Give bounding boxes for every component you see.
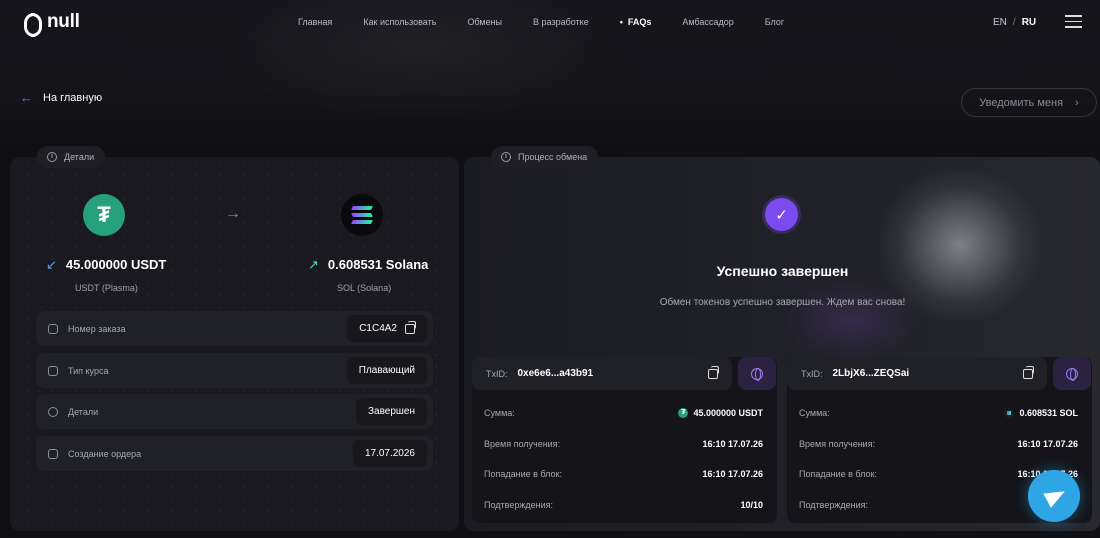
solana-icon: [1004, 408, 1015, 418]
txid-bar: TxID: 0xe6e6...a43b91: [472, 357, 732, 390]
telegram-support-button[interactable]: [1028, 470, 1080, 522]
nav-item-in-development[interactable]: В разработке: [533, 17, 589, 27]
txid-label: TxID:: [486, 368, 508, 379]
success-title: Успешно завершен: [716, 263, 849, 279]
solana-icon: [341, 194, 383, 236]
info-icon: i: [47, 152, 57, 162]
main-nav: Главная Как использовать Обмены В разраб…: [298, 17, 815, 27]
lang-en[interactable]: EN: [993, 17, 1007, 28]
check-icon: ✓: [765, 198, 798, 231]
back-link[interactable]: ← На главную: [20, 90, 102, 105]
tx-amount-text: 45.000000 USDT: [693, 408, 763, 418]
tether-icon: ₮: [678, 408, 689, 418]
arrow-up-right-icon: ↗: [308, 257, 319, 272]
top-header: null Главная Как использовать Обмены В р…: [0, 0, 1100, 44]
to-network: SOL (Solana): [337, 283, 392, 293]
logo[interactable]: null: [24, 11, 80, 37]
from-amount-value: 45.000000 USDT: [65, 257, 167, 272]
arrow-left-icon: ←: [20, 90, 33, 105]
menu-icon[interactable]: [1065, 15, 1082, 29]
lang-ru[interactable]: RU: [1022, 17, 1036, 28]
explorer-globe-icon[interactable]: [1053, 357, 1091, 390]
back-link-label: На главную: [43, 91, 103, 104]
tx-amount-row: Сумма: 0.608531 SOL: [799, 408, 1078, 418]
status-icon: [48, 406, 58, 417]
tether-icon: ₮: [83, 194, 125, 236]
nav-item-blog[interactable]: Блог: [765, 17, 784, 27]
background-glow-purple: [780, 280, 920, 360]
tx-block-label: Попадание в блок:: [484, 469, 562, 479]
details-section-label-text: Детали: [64, 152, 95, 162]
arrow-right-icon: →: [225, 205, 241, 222]
order-created-value: 17.07.2026: [352, 440, 427, 467]
tx-block-value: 16:10 17.07.26: [702, 469, 763, 479]
process-section-label: i Процесс обмена: [491, 146, 599, 168]
arrow-down-left-icon: ↙: [46, 257, 57, 272]
tx-confirmations-label: Подтверждения:: [484, 500, 553, 510]
details-section-label: i Детали: [37, 146, 106, 168]
tx-card-incoming: TxID: 0xe6e6...a43b91 Сумма: ₮ 45.000000 …: [472, 357, 777, 523]
tx-received-row: Время получения: 16:10 17.07.26: [799, 439, 1078, 449]
explorer-globe-icon[interactable]: [738, 357, 776, 390]
tx-received-label: Время получения:: [484, 439, 561, 449]
lang-separator: /: [1012, 17, 1016, 28]
copy-icon[interactable]: [405, 320, 416, 334]
order-number-row: Номер заказа C1C4A2: [36, 311, 433, 346]
rate-icon: [48, 365, 58, 376]
tx-received-value: 16:10 17.07.26: [702, 439, 763, 449]
order-created-row: Создание ордера 17.07.2026: [36, 436, 433, 471]
tx-received-label: Время получения:: [799, 439, 876, 449]
tx-block-row: Попадание в блок: 16:10 17.07.26: [484, 469, 763, 479]
chevron-right-icon: ›: [1075, 96, 1079, 109]
nav-item-exchanges[interactable]: Обмены: [467, 17, 502, 27]
copy-icon[interactable]: [708, 366, 719, 379]
status-label: Детали: [68, 406, 99, 417]
txid-value: 2LbjX6...ZEQSai: [832, 368, 910, 379]
txid-label: TxID:: [801, 368, 823, 379]
copy-icon[interactable]: [1023, 366, 1034, 379]
tx-received-value: 16:10 17.07.26: [1017, 439, 1078, 449]
to-amount: ↗ 0.608531 Solana: [308, 257, 428, 273]
txid-bar: TxID: 2LbjX6...ZEQSai: [787, 357, 1047, 390]
notify-button[interactable]: Уведомить меня ›: [961, 88, 1097, 117]
nav-item-how-to-use[interactable]: Как использовать: [363, 17, 436, 27]
nav-item-home[interactable]: Главная: [298, 17, 332, 27]
status-row: Детали Завершен: [36, 394, 433, 429]
tx-confirmations-label: Подтверждения:: [799, 500, 868, 510]
nav-item-faqs[interactable]: FAQs: [620, 17, 652, 27]
logo-text: null: [47, 11, 80, 32]
order-icon: [48, 323, 58, 334]
notify-button-label: Уведомить меня: [979, 96, 1064, 109]
logo-icon: [24, 12, 42, 37]
telegram-icon: [1043, 484, 1069, 508]
info-icon: i: [501, 152, 511, 162]
txid-value: 0xe6e6...a43b91: [517, 368, 594, 379]
language-switcher: EN / RU: [993, 17, 1036, 28]
rate-type-row: Тип курса Плавающий: [36, 353, 433, 388]
calendar-icon: [48, 448, 58, 459]
to-amount-value: 0.608531 Solana: [327, 257, 429, 272]
tx-amount-value: ₮ 45.000000 USDT: [678, 408, 763, 418]
order-created-label: Создание ордера: [68, 448, 142, 459]
tx-amount-text: 0.608531 SOL: [1019, 408, 1078, 418]
tx-block-label: Попадание в блок:: [799, 469, 877, 479]
tx-amount-row: Сумма: ₮ 45.000000 USDT: [484, 408, 763, 418]
from-amount: ↙ 45.000000 USDT: [46, 257, 166, 273]
nav-item-ambassador[interactable]: Амбассадор: [682, 17, 733, 27]
tx-confirmations-row: Подтверждения: 10/10: [484, 500, 763, 510]
order-number-text: C1C4A2: [359, 323, 397, 334]
tx-confirmations-value: 10/10: [740, 500, 763, 510]
from-network: USDT (Plasma): [75, 283, 138, 293]
success-subtitle: Обмен токенов успешно завершен. Ждем вас…: [659, 297, 906, 308]
tx-received-row: Время получения: 16:10 17.07.26: [484, 439, 763, 449]
tx-amount-label: Сумма:: [484, 408, 515, 418]
order-number-label: Номер заказа: [68, 323, 126, 334]
rate-type-value: Плавающий: [346, 357, 427, 384]
rate-type-label: Тип курса: [68, 365, 109, 376]
tx-amount-value: 0.608531 SOL: [1004, 408, 1078, 418]
process-section-label-text: Процесс обмена: [518, 152, 588, 162]
order-number-value[interactable]: C1C4A2: [347, 315, 427, 342]
tx-amount-label: Сумма:: [799, 408, 830, 418]
status-value: Завершен: [355, 398, 427, 425]
